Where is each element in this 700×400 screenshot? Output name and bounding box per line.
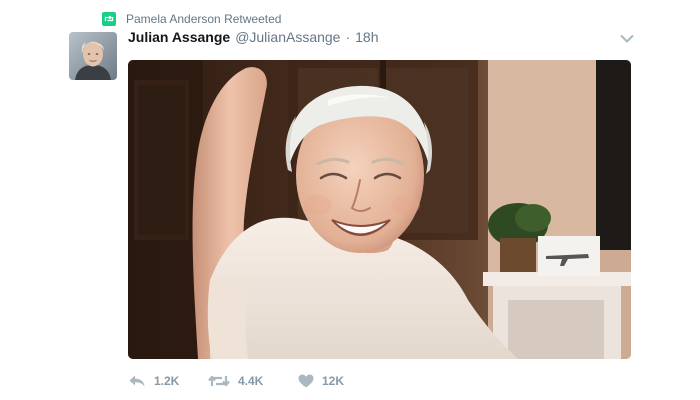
tweet-timestamp[interactable]: 18h <box>355 29 378 45</box>
retweet-button[interactable]: 4.4K <box>208 374 298 388</box>
retweet-icon <box>208 374 230 388</box>
retweet-badge-icon <box>102 12 116 26</box>
heart-icon <box>298 374 314 388</box>
chevron-down-icon[interactable] <box>619 31 635 47</box>
author-handle[interactable]: @JulianAssange <box>235 29 340 45</box>
tweet: Pamela Anderson Retweeted Julian Assange… <box>0 0 700 400</box>
retweet-count: 4.4K <box>238 374 264 388</box>
reply-button[interactable]: 1.2K <box>128 374 208 388</box>
retweet-context-text: Pamela Anderson Retweeted <box>126 12 282 26</box>
tweet-photo[interactable] <box>128 60 631 359</box>
retweet-context: Pamela Anderson Retweeted <box>102 10 281 28</box>
header-separator: · <box>345 29 351 45</box>
reply-icon <box>128 374 146 388</box>
reply-count: 1.2K <box>154 374 180 388</box>
tweet-actions: 1.2K 4.4K 12K <box>128 371 344 391</box>
author-name[interactable]: Julian Assange <box>128 29 230 45</box>
like-button[interactable]: 12K <box>298 374 344 388</box>
like-count: 12K <box>322 374 345 388</box>
tweet-header: Julian Assange @JulianAssange · 18h <box>128 29 379 49</box>
avatar[interactable] <box>69 32 117 80</box>
